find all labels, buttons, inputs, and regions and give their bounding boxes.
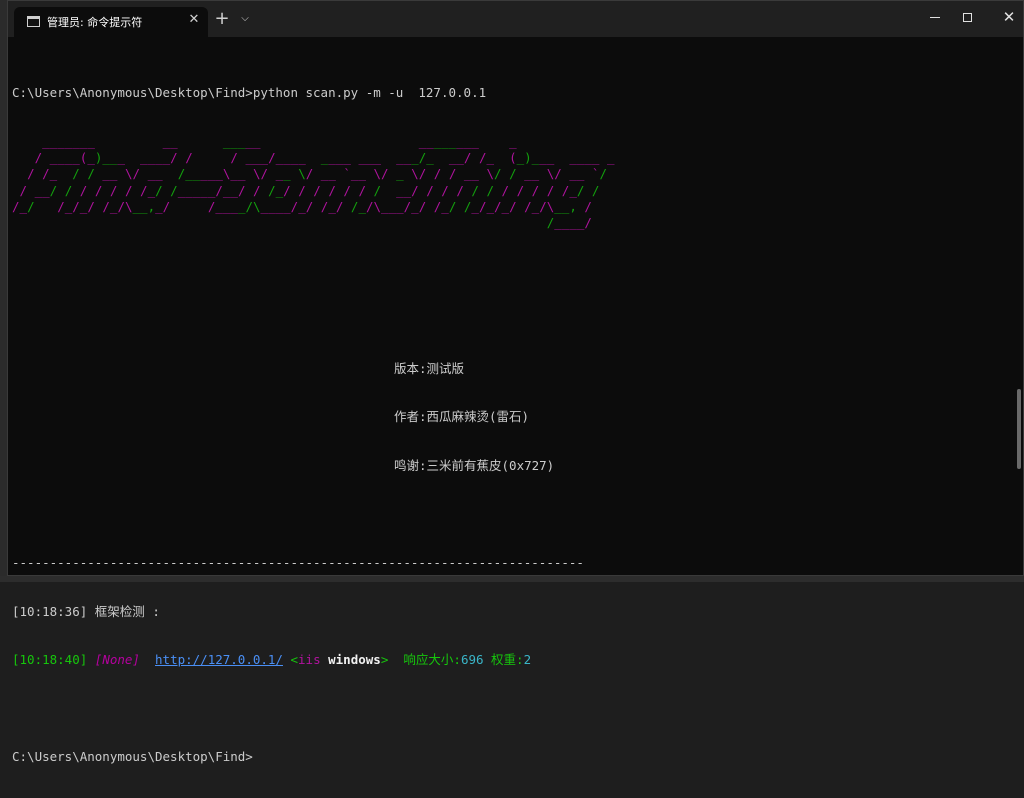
log2-size-value: 696: [460, 652, 484, 668]
maximize-icon: [962, 12, 972, 22]
new-tab-button[interactable]: +: [213, 10, 231, 28]
separator: ----------------------------------------…: [12, 555, 584, 571]
version-line: 版本:测试版: [394, 360, 465, 376]
minimize-icon: [930, 16, 940, 18]
close-button[interactable]: ✕: [986, 1, 1024, 33]
thanks-line: 鸣谢:三米前有蕉皮(0x727): [394, 457, 555, 473]
command-line: C:\Users\Anonymous\Desktop\Find>python s…: [12, 85, 487, 101]
tab-close-icon[interactable]: ✕: [186, 12, 202, 28]
terminal-window: 管理员: 命令提示符 ✕ + ⌵ ✕ C:\Users\Anonymous\De…: [7, 0, 1024, 764]
log2-framework: [None]: [94, 652, 140, 668]
banner-line: / /_ / / __ \/ __ /_____\__ \/ __ \/ __ …: [27, 166, 607, 182]
log2-os: windows: [320, 652, 381, 668]
close-icon: ✕: [1002, 8, 1016, 26]
terminal-output[interactable]: C:\Users\Anonymous\Desktop\Find>python s…: [12, 53, 1002, 798]
maximize-button[interactable]: [944, 1, 990, 33]
prompt-line[interactable]: C:\Users\Anonymous\Desktop\Find>: [12, 749, 1002, 765]
log-line-2: [10:18:40] [None] http://127.0.0.1/ <iis…: [12, 652, 532, 668]
banner-line: /_/ /_/_/ /_/\__,_/ /____/\____/_/ /_/ /…: [12, 198, 592, 214]
log1-text: 框架检测 :: [87, 603, 160, 619]
tab-title: 管理员: 命令提示符: [47, 16, 143, 29]
banner-line: / ____(_)___ ____/ / / ___/____ ____ ___…: [34, 150, 615, 166]
terminal-icon: [27, 16, 40, 27]
log2-url-link[interactable]: http://127.0.0.1/: [155, 652, 283, 667]
chevron-down-icon[interactable]: ⌵: [238, 12, 252, 26]
log2-weight-label: 权重:: [483, 652, 524, 668]
log2-time: [10:18:40]: [12, 652, 88, 668]
log-line-1: [10:18:36] 框架检测 :: [12, 604, 1002, 620]
log2-server: iis: [298, 652, 321, 668]
log2-weight-value: 2: [523, 652, 532, 668]
log1-time: [10:18:36]: [12, 603, 88, 619]
log2-size-label: 响应大小:: [403, 652, 461, 668]
scrollbar[interactable]: [1017, 389, 1021, 469]
banner-line: /____/: [546, 214, 592, 230]
background-window-edge: [0, 0, 7, 582]
banner-line: / __/ / / / / / /_/ /_____/__/ / /_/ / /…: [19, 182, 600, 198]
author-line: 作者:西瓜麻辣烫(雷石): [394, 409, 530, 425]
title-bar[interactable]: 管理员: 命令提示符 ✕ + ⌵ ✕: [8, 1, 1023, 37]
tab-command-prompt[interactable]: 管理员: 命令提示符 ✕: [14, 7, 208, 37]
ascii-banner: _______ __ _____ ________ _ / ____(_)___…: [12, 134, 1002, 231]
banner-line: _______ __ _____ ________ _: [42, 134, 517, 149]
